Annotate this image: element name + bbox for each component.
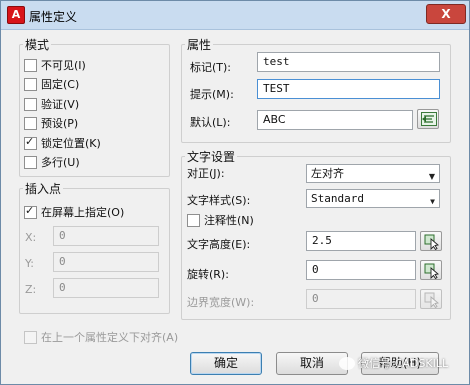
y-input[interactable]: 0 bbox=[53, 252, 159, 272]
justification-value: 左对齐 bbox=[311, 167, 344, 180]
checkbox-box-checked bbox=[24, 135, 37, 150]
verify-label: 验证(V) bbox=[41, 98, 80, 111]
checkbox-box bbox=[187, 213, 200, 227]
tag-label: 标记(T): bbox=[190, 61, 232, 74]
tag-input[interactable]: test bbox=[257, 52, 440, 72]
pick-point-icon bbox=[424, 292, 440, 308]
checkbox-box bbox=[24, 330, 37, 344]
invisible-label: 不可见(I) bbox=[41, 59, 86, 72]
invisible-checkbox[interactable]: 不可见(I) bbox=[24, 57, 86, 73]
mode-group-title: 模式 bbox=[23, 36, 52, 53]
watermark-text: 微信号:CADSKILL bbox=[358, 357, 449, 370]
justification-label: 对正(J): bbox=[187, 167, 225, 180]
close-button[interactable]: X bbox=[426, 4, 466, 24]
window-title: 属性定义 bbox=[29, 10, 78, 24]
text-style-value: Standard bbox=[311, 192, 364, 205]
lock-position-checkbox[interactable]: 锁定位置(K) bbox=[24, 135, 101, 151]
chevron-down-icon: ▼ bbox=[428, 172, 435, 181]
pick-point-icon bbox=[424, 234, 440, 250]
specify-on-screen-checkbox[interactable]: 在屏幕上指定(O) bbox=[24, 204, 124, 220]
checkbox-box bbox=[24, 97, 37, 111]
text-settings-title: 文字设置 bbox=[185, 148, 238, 165]
prompt-label: 提示(M): bbox=[190, 88, 234, 101]
insertion-point-title: 插入点 bbox=[23, 180, 64, 197]
title-bar: A 属性定义 X bbox=[1, 1, 469, 30]
multiple-lines-checkbox[interactable]: 多行(U) bbox=[24, 154, 80, 170]
constant-label: 固定(C) bbox=[41, 78, 80, 91]
annotative-label: 注释性(N) bbox=[204, 214, 254, 227]
autocad-a-icon: A bbox=[7, 6, 25, 24]
default-label: 默认(L): bbox=[190, 116, 231, 129]
rotation-label: 旋转(R): bbox=[187, 268, 229, 281]
verify-checkbox[interactable]: 验证(V) bbox=[24, 96, 79, 112]
justification-select[interactable]: 左对齐 ▼ bbox=[306, 164, 440, 183]
text-height-pick-button[interactable] bbox=[420, 231, 442, 251]
checkbox-box bbox=[24, 116, 37, 130]
checkbox-box-checked bbox=[24, 204, 37, 219]
preset-label: 预设(P) bbox=[41, 117, 79, 130]
pick-point-icon bbox=[424, 263, 440, 279]
multiple-lines-label: 多行(U) bbox=[41, 156, 80, 169]
text-style-select[interactable]: Standard ▼ bbox=[306, 189, 440, 208]
x-label: X: bbox=[25, 231, 37, 244]
insert-field-button[interactable] bbox=[417, 109, 439, 129]
constant-checkbox[interactable]: 固定(C) bbox=[24, 76, 79, 92]
rotation-pick-button[interactable] bbox=[420, 260, 442, 280]
text-height-label: 文字高度(E): bbox=[187, 238, 251, 251]
attribute-definition-dialog: A 属性定义 X 模式 不可见(I) 固定(C) 验证(V) 预设(P) 锁定位… bbox=[0, 0, 470, 385]
default-input[interactable]: ABC bbox=[257, 110, 413, 130]
rotation-input[interactable]: 0 bbox=[306, 260, 416, 280]
specify-on-screen-label: 在屏幕上指定(O) bbox=[41, 206, 125, 219]
z-label: Z: bbox=[25, 283, 37, 296]
text-style-label: 文字样式(S): bbox=[187, 194, 251, 207]
insert-field-icon bbox=[421, 112, 437, 126]
z-input[interactable]: 0 bbox=[53, 278, 159, 298]
prompt-input[interactable]: TEST bbox=[257, 79, 440, 99]
boundary-width-pick-button[interactable] bbox=[420, 289, 442, 309]
annotative-checkbox[interactable]: 注释性(N) bbox=[187, 212, 254, 228]
lock-position-label: 锁定位置(K) bbox=[41, 137, 101, 150]
checkbox-box bbox=[24, 58, 37, 72]
boundary-width-input[interactable]: 0 bbox=[306, 289, 416, 309]
preset-checkbox[interactable]: 预设(P) bbox=[24, 115, 78, 131]
y-label: Y: bbox=[25, 257, 34, 270]
x-input[interactable]: 0 bbox=[53, 226, 159, 246]
wechat-icon bbox=[339, 356, 355, 370]
watermark: 微信号:CADSKILL bbox=[339, 355, 448, 371]
cancel-button[interactable]: 取消 bbox=[276, 352, 348, 375]
checkbox-box bbox=[24, 77, 37, 91]
ok-button[interactable]: 确定 bbox=[190, 352, 262, 375]
text-height-input[interactable]: 2.5 bbox=[306, 231, 416, 251]
boundary-width-label: 边界宽度(W): bbox=[187, 296, 255, 309]
attribute-group-title: 属性 bbox=[185, 36, 214, 53]
checkbox-box bbox=[24, 155, 37, 169]
align-below-label: 在上一个属性定义下对齐(A) bbox=[41, 331, 179, 344]
align-below-checkbox[interactable]: 在上一个属性定义下对齐(A) bbox=[24, 329, 178, 345]
chevron-down-icon: ▼ bbox=[430, 197, 435, 206]
